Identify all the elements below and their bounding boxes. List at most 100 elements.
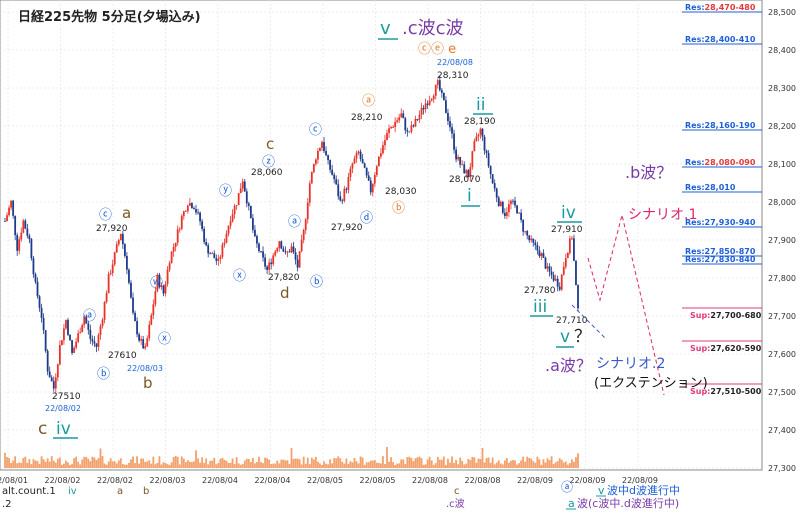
- candle-body: [365, 167, 368, 176]
- volume-bar: [264, 457, 266, 468]
- volume-bar: [292, 459, 295, 468]
- candle-body: [75, 341, 78, 348]
- volume-bar: [56, 458, 59, 468]
- candle-body: [416, 119, 419, 120]
- wave-y-circle: ⓨ: [219, 184, 232, 199]
- candle-body: [63, 328, 65, 341]
- res-label: Res:28,160-190: [685, 121, 756, 130]
- res-label: Res:28,400-410: [685, 35, 756, 44]
- volume-bar: [571, 459, 573, 468]
- volume-bar: [530, 458, 533, 468]
- volume-bar: [280, 459, 283, 468]
- candle-body: [327, 155, 329, 161]
- candle-body: [146, 338, 149, 347]
- candle-body: [577, 285, 579, 309]
- candle-body: [268, 262, 271, 270]
- volume-bar: [400, 459, 403, 468]
- candle-body: [345, 188, 348, 190]
- volume-bar: [288, 463, 291, 468]
- price-label-28210: 28,210: [351, 113, 383, 123]
- volume-bar: [467, 458, 470, 468]
- volume-bar: [193, 461, 195, 468]
- candle-body: [526, 231, 529, 236]
- candle-body: [56, 364, 59, 378]
- x-tick-label: 22/08/01: [0, 476, 28, 485]
- candle-body: [471, 151, 474, 168]
- volume-bar: [75, 456, 78, 468]
- price-label-28070: 28,070: [449, 175, 481, 185]
- volume-bar: [73, 458, 75, 468]
- candle-body: [207, 245, 210, 254]
- candle-body: [71, 340, 73, 353]
- candle-body: [410, 125, 413, 132]
- volume-bar: [331, 463, 334, 468]
- volume-bar: [499, 463, 502, 468]
- volume-bar: [367, 462, 370, 468]
- candle-body: [193, 208, 195, 210]
- volume-bar: [503, 460, 506, 468]
- volume-bar: [146, 461, 149, 468]
- volume-bar: [272, 463, 275, 468]
- volume-bar: [10, 462, 12, 468]
- candle-body: [282, 248, 285, 252]
- volume-bar: [459, 457, 462, 468]
- candle-body: [323, 142, 325, 152]
- candle-body: [388, 128, 390, 134]
- candle-body: [42, 317, 45, 331]
- volume-bar: [48, 461, 51, 468]
- volume-bar: [34, 460, 37, 468]
- volume-bar: [203, 462, 206, 468]
- volume-bar: [109, 458, 112, 468]
- candle-body: [302, 230, 305, 240]
- wave-w-circle: ⓦ: [150, 276, 163, 291]
- volume-bar: [270, 463, 273, 468]
- candle-body: [235, 205, 238, 206]
- scenario2-label: シナリオ.2: [596, 356, 665, 372]
- candle-body: [489, 166, 492, 175]
- volume-bar: [436, 456, 439, 468]
- candle-body: [245, 191, 248, 204]
- sup-label: Sup:27,620-590: [690, 344, 762, 353]
- volume-bar: [191, 462, 193, 468]
- candle-body: [184, 211, 187, 212]
- date-label-0803: 22/08/03: [127, 364, 163, 373]
- candle-body: [512, 200, 514, 202]
- wave-x-circle-2: ⓧ: [233, 269, 246, 284]
- candle-body: [241, 181, 244, 189]
- candle-body: [20, 232, 23, 240]
- wave-a-circle-2: ⓐ: [288, 215, 301, 230]
- candle-body: [264, 257, 266, 267]
- y-tick-label: 27,700: [768, 312, 796, 321]
- volume-bar: [256, 461, 258, 468]
- candle-body: [528, 235, 531, 241]
- candle-body: [300, 239, 303, 252]
- volume-bar: [205, 458, 208, 468]
- volume-bar: [416, 457, 419, 468]
- volume-bar: [126, 464, 128, 468]
- volume-bar: [38, 463, 41, 468]
- volume-bar: [225, 460, 228, 468]
- candle-body: [428, 100, 431, 105]
- candle-body: [36, 281, 39, 297]
- volume-bar: [115, 463, 118, 468]
- y-tick-label: 27,600: [768, 350, 796, 359]
- candle-body: [77, 333, 80, 342]
- wave-iii-teal: iii: [533, 297, 547, 317]
- candle-body: [304, 219, 307, 231]
- candle-body: [67, 319, 69, 335]
- volume-bar: [247, 459, 250, 468]
- volume-bar: [377, 463, 380, 468]
- candle-body: [445, 100, 447, 113]
- candle-body: [505, 212, 508, 217]
- volume-bar: [347, 463, 350, 468]
- volume-bar: [166, 464, 169, 468]
- volume-bar: [306, 457, 309, 468]
- volume-bar: [36, 461, 39, 468]
- volume-bar: [353, 457, 356, 468]
- volume-bar: [489, 462, 492, 468]
- volume-bar: [528, 458, 531, 468]
- volume-bar: [310, 457, 313, 468]
- candle-body: [121, 233, 124, 245]
- volume-bar: [335, 458, 338, 468]
- candle-body: [52, 381, 55, 389]
